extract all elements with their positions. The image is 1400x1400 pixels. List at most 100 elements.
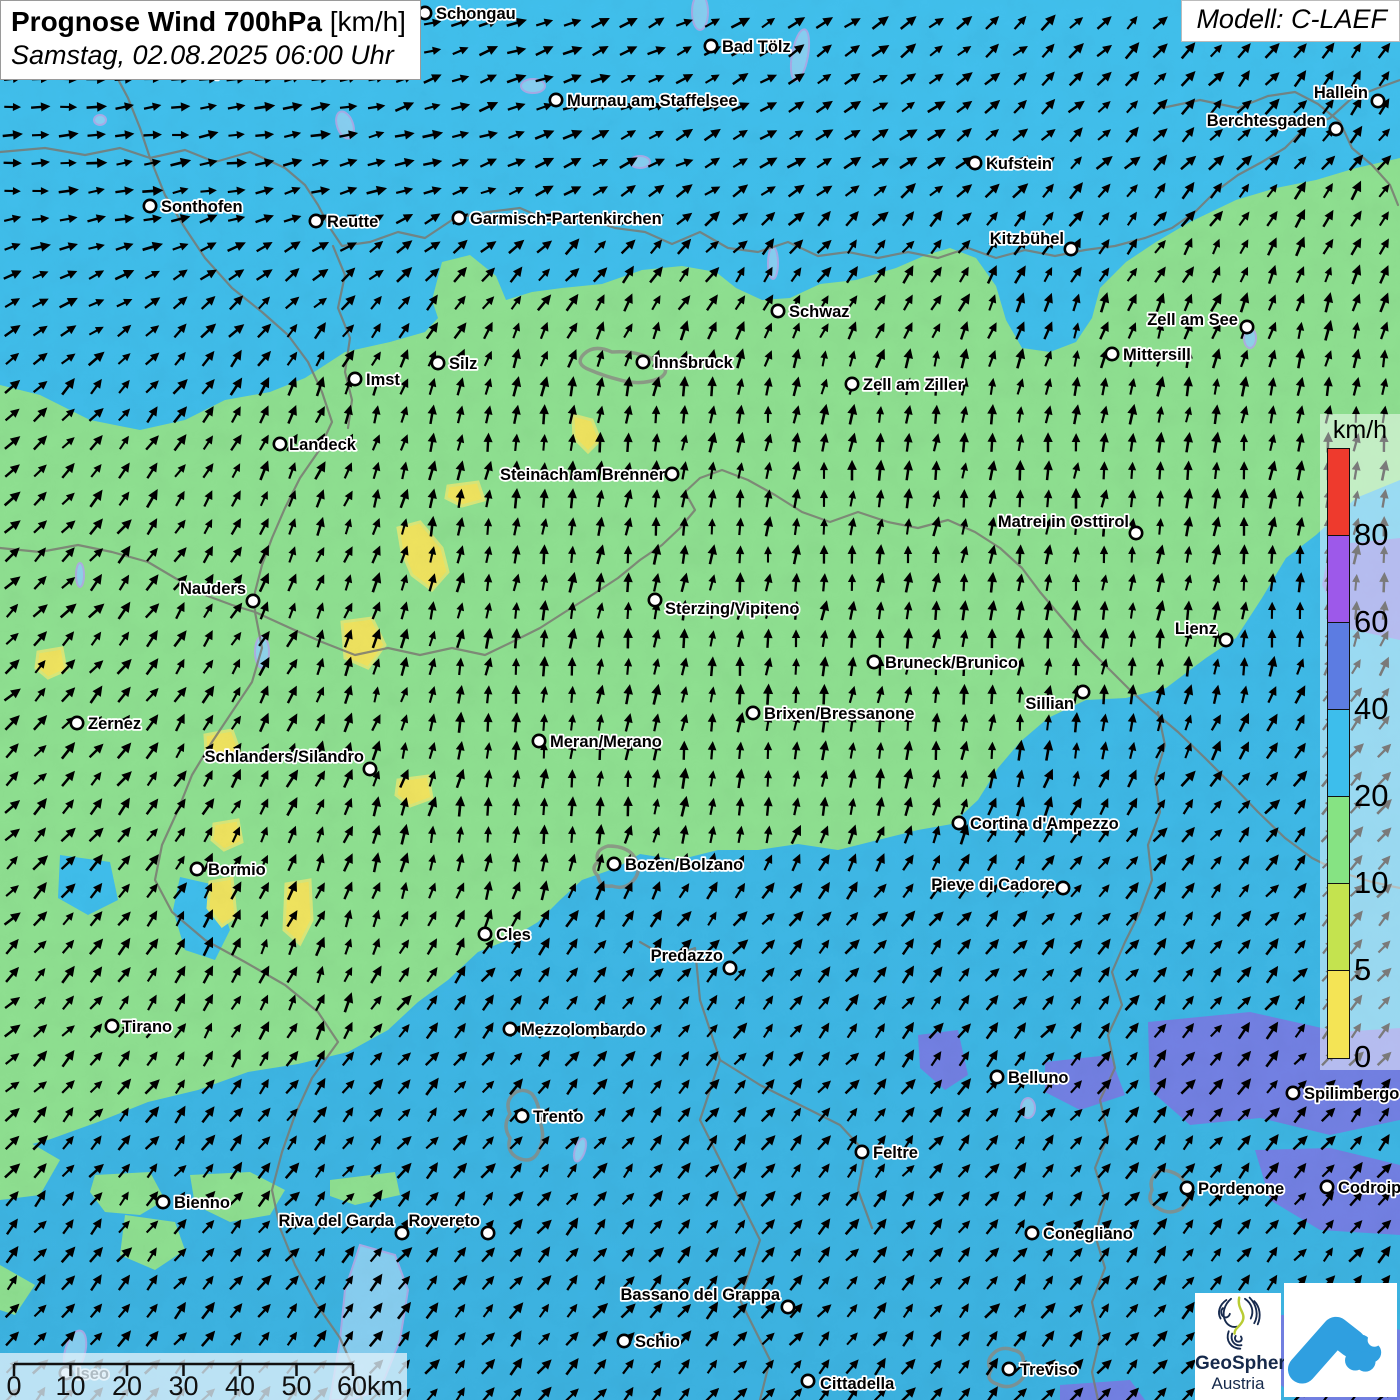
city-marker: [504, 1023, 516, 1035]
city-label: Sillian: [1025, 695, 1074, 713]
city: Treviso: [1003, 1361, 1078, 1379]
city-marker: [1241, 321, 1253, 333]
title-box: Prognose Wind 700hPa [km/h] Samstag, 02.…: [0, 0, 421, 80]
city: Schio: [618, 1333, 680, 1351]
city: Kufstein: [969, 155, 1052, 173]
map-subtitle: Samstag, 02.08.2025 06:00 Uhr: [11, 39, 406, 72]
city: Imst: [349, 371, 401, 389]
city-marker: [364, 763, 376, 775]
city: Landeck: [274, 436, 357, 454]
city-label: Kufstein: [986, 155, 1052, 173]
city-label: Reutte: [327, 213, 378, 231]
city: Belluno: [991, 1069, 1069, 1087]
city-label: Conegliano: [1043, 1225, 1133, 1243]
city-marker: [247, 595, 259, 607]
city-marker: [846, 378, 858, 390]
city-marker: [106, 1020, 118, 1032]
city-label: Sonthofen: [161, 198, 243, 216]
city-marker: [802, 1375, 814, 1387]
city-marker: [953, 817, 965, 829]
city-marker: [533, 735, 545, 747]
city: Matrei in Osttirol: [998, 513, 1142, 539]
city-marker: [396, 1227, 408, 1239]
city-marker: [482, 1227, 494, 1239]
city-marker: [1065, 243, 1077, 255]
city: Brixen/Bressanone: [747, 705, 915, 723]
geosphere-contour-icon: [1209, 1293, 1267, 1351]
geosphere-country: Austria: [1195, 1374, 1281, 1394]
wind-speed-legend: km/h 806040201050: [1320, 414, 1400, 1070]
city-label: Treviso: [1020, 1361, 1078, 1379]
city-marker: [705, 40, 717, 52]
city-label: Imst: [366, 371, 400, 389]
city: Zernez: [71, 715, 141, 733]
city-label: Silz: [449, 355, 477, 373]
city-label: Zell am See: [1147, 311, 1238, 329]
city: Garmisch-Partenkirchen: [453, 210, 662, 228]
city-label: Mittersill: [1123, 346, 1191, 364]
partner-logo: [1284, 1283, 1397, 1397]
city: Innsbruck: [637, 354, 734, 372]
city-marker: [191, 863, 203, 875]
city-label: Bruneck/Brunico: [885, 654, 1018, 672]
city: Riva del Garda: [278, 1212, 408, 1239]
city-marker: [432, 357, 444, 369]
city-marker: [1130, 527, 1142, 539]
legend-tick-label: 80: [1354, 517, 1388, 553]
city-label: Bozen/Bolzano: [625, 856, 743, 874]
city-label: Zell am Ziller: [863, 376, 964, 394]
city-label: Schongau: [436, 5, 516, 23]
city-marker: [618, 1335, 630, 1347]
city-layer: SchongauBad TölzKemptenMurnau am Staffel…: [0, 0, 1400, 1400]
city-marker: [1106, 348, 1118, 360]
scalebar-label: 40: [225, 1371, 255, 1400]
legend-segment: [1328, 449, 1349, 536]
city: Cles: [479, 926, 531, 944]
city-marker: [349, 373, 361, 385]
legend-unit-label: km/h: [1320, 416, 1400, 445]
city-marker: [479, 928, 491, 940]
city-marker: [310, 215, 322, 227]
city-marker: [856, 1146, 868, 1158]
city: Sonthofen: [144, 198, 243, 216]
city: Tirano: [106, 1018, 172, 1036]
model-label: Modell: C-LAEF: [1181, 0, 1400, 42]
city-label: Pieve di Cadore: [931, 876, 1055, 894]
city: Cittadella: [802, 1375, 895, 1393]
city: Bienno: [157, 1194, 230, 1212]
city-marker: [1287, 1087, 1299, 1099]
city-label: Cittadella: [820, 1375, 895, 1393]
city: Reutte: [310, 213, 379, 231]
scalebar-label: 0: [6, 1371, 21, 1400]
city-marker: [1057, 882, 1069, 894]
city: Conegliano: [1026, 1225, 1133, 1243]
city-marker: [868, 656, 880, 668]
scalebar-label: 50: [281, 1371, 311, 1400]
city-label: Lienz: [1175, 620, 1217, 638]
city-label: Cles: [496, 926, 531, 944]
scalebar-label: 30: [168, 1371, 198, 1400]
city-marker: [969, 157, 981, 169]
city-label: Bormio: [208, 861, 266, 879]
distance-scalebar: 0102030405060km: [0, 1353, 407, 1400]
city-marker: [991, 1071, 1003, 1083]
city: Meran/Merano: [533, 733, 662, 751]
city-label: Sterzing/Vipiteno: [665, 600, 799, 618]
legend-segment: [1328, 797, 1349, 884]
city-marker: [71, 717, 83, 729]
city: Codroipo: [1321, 1179, 1400, 1197]
city-marker: [1220, 634, 1232, 646]
city-marker: [608, 858, 620, 870]
city-label: Trento: [533, 1108, 583, 1126]
legend-tick-label: 10: [1354, 865, 1388, 901]
city-marker: [1077, 686, 1089, 698]
legend-segment: [1328, 971, 1349, 1058]
city-marker: [453, 212, 465, 224]
city: Kitzbühel: [990, 230, 1077, 255]
legend-segment: [1328, 536, 1349, 623]
city-label: Schwaz: [789, 303, 850, 321]
city-marker: [144, 200, 156, 212]
city-label: Brixen/Bressanone: [764, 705, 914, 723]
city-marker: [157, 1196, 169, 1208]
geosphere-name: GeoSphere: [1195, 1354, 1281, 1374]
